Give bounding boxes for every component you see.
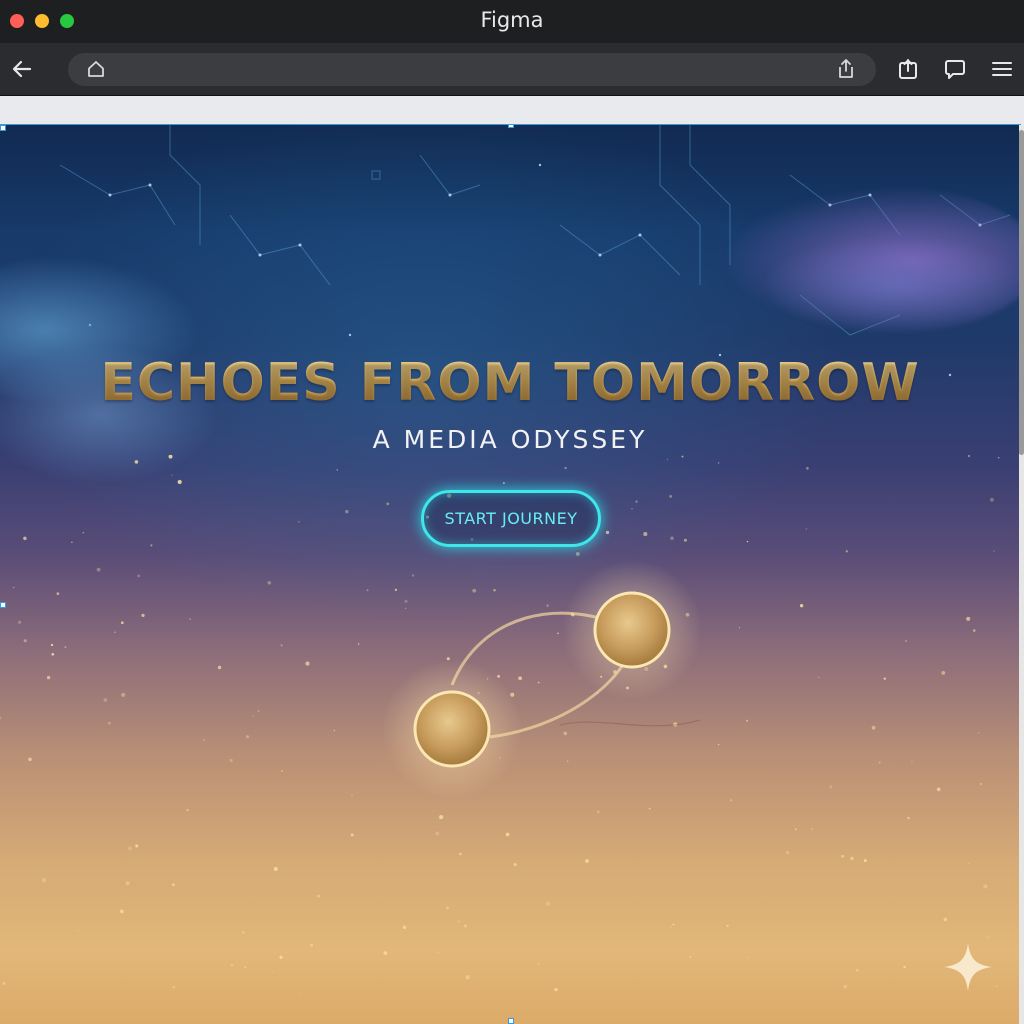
home-icon[interactable] [86,59,106,79]
chat-bubble-icon[interactable] [943,57,967,81]
selection-handle-bottom[interactable] [508,1018,514,1024]
arrow-left-icon[interactable] [10,57,34,81]
ground-crack [559,719,701,727]
selection-handle-left[interactable] [0,602,6,608]
browser-toolbar [0,43,1024,96]
share-box-icon[interactable] [896,57,920,81]
figma-canvas-strip [0,96,1024,125]
window-titlebar: Figma [0,0,1024,43]
selection-handle-top-left[interactable] [0,125,6,131]
orb-upper [593,591,671,669]
sparkle-star-icon [944,943,992,991]
selection-handle-top[interactable] [508,125,514,128]
orb-lower [413,690,491,768]
design-frame[interactable]: ECHOES FROM TOMORROW A MEDIA ODYSSEY STA… [0,124,1021,1024]
address-bar[interactable] [68,53,876,86]
share-icon[interactable] [836,58,856,80]
scrollbar-thumb[interactable] [1019,130,1024,455]
hamburger-menu-icon[interactable] [990,57,1014,81]
orb-graphic [382,560,702,799]
window-title: Figma [480,8,544,32]
